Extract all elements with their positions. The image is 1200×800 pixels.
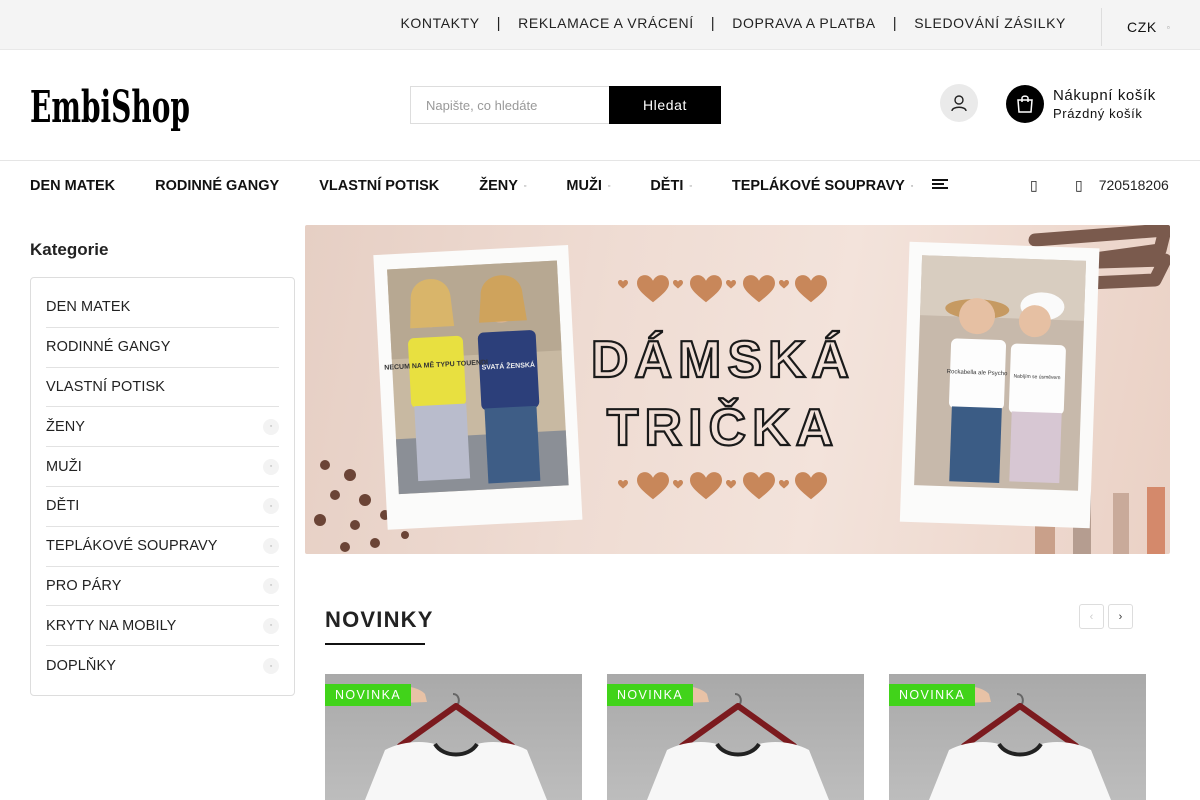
novinka-badge: NOVINKA: [889, 684, 976, 706]
currency-selector[interactable]: CZK ▫: [1101, 8, 1200, 46]
cart-button[interactable]: [1006, 85, 1044, 123]
hero-banner[interactable]: NECUM NA MĚ TYPU TOUENDI SVATÁ ŽENSKÁ Ro…: [305, 225, 1170, 554]
banner-title-line2: TRIČKA: [607, 398, 839, 457]
email-contact[interactable]: ▯: [1030, 160, 1038, 210]
expand-icon[interactable]: ▫: [263, 418, 279, 435]
logo-image: EmbiShop: [30, 82, 190, 133]
phone-contact[interactable]: ▯ 720518206: [1075, 160, 1169, 210]
cart-text: Nákupní košík Prázdný košík: [1053, 87, 1156, 121]
expand-icon[interactable]: ▫: [263, 658, 279, 675]
phone-number: 720518206: [1098, 177, 1169, 193]
user-account-button[interactable]: [940, 84, 978, 122]
category-deti[interactable]: DĚTI ▫: [46, 487, 279, 527]
more-menu-icon[interactable]: [932, 179, 948, 191]
nav-item-zeny[interactable]: ŽENY ▫: [479, 178, 526, 194]
category-label: DOPLŇKY: [46, 658, 116, 675]
search-input[interactable]: [410, 86, 609, 124]
hearts-top: [618, 275, 827, 303]
chevron-down-icon: ▫: [1166, 22, 1171, 32]
category-label: TEPLÁKOVÉ SOUPRAVY: [46, 538, 218, 555]
nav-item-label: RODINNÉ GANGY: [155, 178, 280, 194]
category-label: KRYTY NA MOBILY: [46, 617, 177, 634]
top-link-separator: |: [496, 14, 502, 32]
product-card[interactable]: NOVINKA: [889, 674, 1146, 800]
category-pro-pary[interactable]: PRO PÁRY ▫: [46, 567, 279, 607]
search-button[interactable]: Hledat: [609, 86, 721, 124]
chevron-down-icon: ▫: [910, 182, 914, 190]
top-link-kontakty[interactable]: KONTAKTY: [400, 15, 479, 31]
section-title-novinky: NOVINKY: [325, 607, 434, 632]
nav-list: DEN MATEK RODINNÉ GANGY VLASTNÍ POTISK Ž…: [30, 161, 913, 211]
nav-item-label: VLASTNÍ POTISK: [319, 178, 440, 194]
nav-item-deti[interactable]: DĚTI ▫: [650, 178, 692, 194]
expand-icon[interactable]: ▫: [263, 538, 279, 555]
nav-item-den-matek[interactable]: DEN MATEK: [30, 178, 115, 194]
top-link-separator: |: [710, 14, 716, 32]
category-teplakove-soupravy[interactable]: TEPLÁKOVÉ SOUPRAVY ▫: [46, 527, 279, 567]
category-label: DĚTI: [46, 498, 80, 515]
section-title-underline: [325, 643, 425, 645]
email-icon: ▯: [1030, 176, 1038, 193]
nav-item-muzi[interactable]: MUŽI ▫: [566, 178, 610, 194]
category-label: VLASTNÍ POTISK: [46, 378, 166, 395]
novinka-badge: NOVINKA: [325, 684, 412, 706]
category-label: MUŽI: [46, 458, 82, 475]
expand-icon[interactable]: ▫: [263, 458, 279, 475]
logo[interactable]: EmbiShop: [30, 70, 195, 142]
cart-status: Prázdný košík: [1053, 106, 1143, 121]
category-zeny[interactable]: ŽENY ▫: [46, 407, 279, 448]
banner-artwork: NECUM NA MĚ TYPU TOUENDI SVATÁ ŽENSKÁ Ro…: [314, 225, 1170, 554]
novinka-badge: NOVINKA: [607, 684, 694, 706]
main-navigation: DEN MATEK RODINNÉ GANGY VLASTNÍ POTISK Ž…: [0, 160, 1200, 210]
nav-item-label: ŽENY: [479, 178, 518, 194]
top-link-separator: |: [892, 14, 898, 32]
currency-label: CZK: [1127, 19, 1157, 35]
user-icon: [951, 95, 967, 112]
nav-item-rodinne-gangy[interactable]: RODINNÉ GANGY: [155, 178, 279, 194]
product-card[interactable]: NOVINKA: [607, 674, 864, 800]
cart-title: Nákupní košík: [1053, 87, 1156, 104]
chevron-down-icon: ▫: [607, 182, 611, 190]
nav-item-teplakove-soupravy[interactable]: TEPLÁKOVÉ SOUPRAVY ▫: [732, 178, 913, 194]
nav-item-label: DEN MATEK: [30, 178, 116, 194]
carousel-next-button[interactable]: ›: [1108, 604, 1133, 629]
category-label: PRO PÁRY: [46, 577, 122, 594]
expand-icon[interactable]: ▫: [263, 577, 279, 594]
product-card[interactable]: NOVINKA: [325, 674, 582, 800]
category-label: RODINNÉ GANGY: [46, 339, 171, 356]
categories-title: Kategorie: [30, 240, 109, 259]
chevron-down-icon: ▫: [523, 182, 527, 190]
carousel-prev-button[interactable]: ‹: [1079, 604, 1104, 629]
category-doplnky[interactable]: DOPLŇKY ▫: [46, 646, 279, 686]
search-form: Hledat: [410, 86, 721, 124]
category-vlastni-potisk[interactable]: VLASTNÍ POTISK: [46, 368, 279, 408]
category-label: DEN MATEK: [46, 299, 131, 316]
chevron-left-icon: ‹: [1089, 610, 1094, 623]
top-links: KONTAKTY | REKLAMACE A VRÁCENÍ | DOPRAVA…: [400, 0, 1066, 46]
nav-item-label: MUŽI: [566, 178, 602, 194]
top-link-reklamace[interactable]: REKLAMACE A VRÁCENÍ: [518, 15, 694, 31]
hearts-bottom: [618, 472, 827, 500]
category-label: ŽENY: [46, 418, 86, 435]
nav-item-label: DĚTI: [650, 178, 684, 194]
category-kryty-na-mobily[interactable]: KRYTY NA MOBILY ▫: [46, 606, 279, 647]
cart-widget[interactable]: Nákupní košík Prázdný košík: [1006, 85, 1156, 123]
expand-icon[interactable]: ▫: [263, 617, 279, 634]
phone-icon: ▯: [1075, 176, 1083, 193]
category-den-matek[interactable]: DEN MATEK: [46, 288, 279, 328]
chevron-down-icon: ▫: [689, 182, 692, 190]
shopping-bag-icon: [1017, 95, 1033, 113]
categories-list: DEN MATEK RODINNÉ GANGY VLASTNÍ POTISK Ž…: [30, 277, 295, 696]
chevron-right-icon: ›: [1118, 610, 1123, 623]
top-bar: KONTAKTY | REKLAMACE A VRÁCENÍ | DOPRAVA…: [0, 0, 1200, 50]
nav-item-vlastni-potisk[interactable]: VLASTNÍ POTISK: [319, 178, 439, 194]
top-link-doprava[interactable]: DOPRAVA A PLATBA: [732, 15, 875, 31]
banner-title-line1: DÁMSKÁ: [591, 331, 855, 389]
nav-item-label: TEPLÁKOVÉ SOUPRAVY: [731, 178, 905, 194]
category-muzi[interactable]: MUŽI ▫: [46, 447, 279, 487]
svg-text:EmbiShop: EmbiShop: [30, 82, 190, 133]
category-rodinne-gangy[interactable]: RODINNÉ GANGY: [46, 328, 279, 368]
expand-icon[interactable]: ▫: [263, 498, 279, 515]
top-link-sledovani[interactable]: SLEDOVÁNÍ ZÁSILKY: [914, 15, 1066, 31]
